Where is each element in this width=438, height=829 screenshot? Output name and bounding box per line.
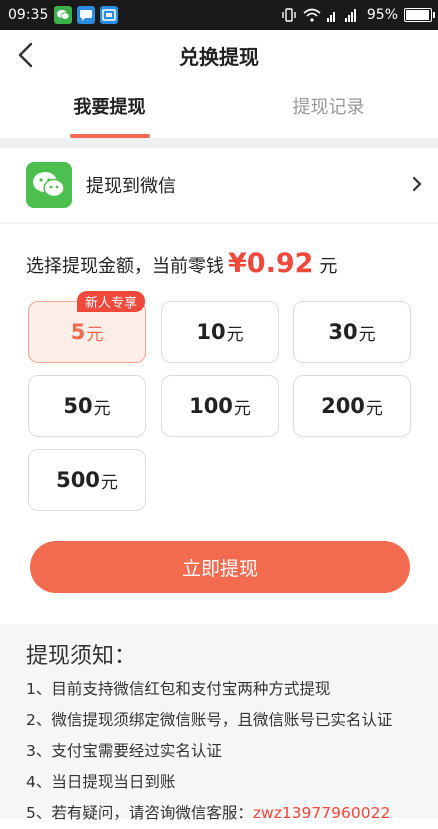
withdraw-notes: 提现须知： 1、目前支持微信红包和支付宝两种方式提现 2、微信提现须绑定微信账号… [0,624,438,822]
balance-line: 选择提现金额，当前零钱 ¥0.92 元 [26,248,337,279]
battery-icon [404,8,435,22]
notes-title: 提现须知： [26,644,137,669]
wechat-icon [26,162,72,208]
amount-option-10[interactable]: 10 元 [161,301,279,363]
amount-value: 5 [70,320,86,344]
notes-item-contact: 5、若有疑问，请咨询微信客服：zwz13977960022 [26,798,392,829]
wechat-notification-icon [54,6,73,24]
withdraw-now-button[interactable]: 立即提现 [30,541,410,593]
nav-bar: 兑换提现 [0,30,438,80]
amount-value: 10 [196,320,226,344]
amount-value: 50 [63,394,93,418]
status-bar: 09:35 95% [0,0,438,30]
amount-unit: 元 [226,324,244,345]
tab-withdraw[interactable]: 我要提现 [0,82,219,138]
chevron-right-icon [412,176,422,192]
status-indicators: 95% [281,7,435,23]
amount-option-5[interactable]: 新人专享 5元 [28,291,146,363]
section-divider [0,138,438,148]
row-divider [0,222,438,224]
amount-option-100[interactable]: 100 元 [161,375,279,437]
new-user-badge: 新人专享 [77,291,146,312]
amount-option-500[interactable]: 500 元 [28,449,146,511]
vibrate-icon [282,8,296,22]
amount-unit: 元 [365,398,383,419]
amount-option-30[interactable]: 30 元 [293,301,411,363]
wechat-label: 提现到微信 [86,176,176,197]
signal-icon [326,9,356,22]
customer-service-wechat-id[interactable]: zwz13977960022 [253,804,390,822]
notes-item: 1、目前支持微信红包和支付宝两种方式提现 [26,680,331,698]
amount-value: 30 [328,320,358,344]
battery-percent: 95% [366,7,398,23]
notes-list: 1、目前支持微信红包和支付宝两种方式提现 2、微信提现须绑定微信账号，且微信账号… [26,674,392,829]
amount-option-200[interactable]: 200 元 [293,375,411,437]
amount-unit: 元 [86,324,104,345]
amount-option-50[interactable]: 50 元 [28,375,146,437]
page-title: 兑换提现 [179,44,259,69]
battery-fill [406,10,429,20]
back-arrow-icon[interactable] [16,42,36,68]
notes-item: 2、微信提现须绑定微信账号，且微信账号已实名认证 [26,711,393,729]
contact-prefix: 5、若有疑问，请咨询微信客服： [26,804,253,822]
balance-value: 0.92 [246,248,314,279]
app-notification-icon [100,6,119,24]
wifi-icon [303,8,321,22]
withdraw-to-wechat-row[interactable]: 提现到微信 [0,150,438,220]
amount-unit: 元 [93,398,111,419]
amount-value: 100 [189,394,233,418]
amount-value: 200 [321,394,365,418]
message-notification-icon [77,6,96,24]
balance-prefix: 选择提现金额，当前零钱 [26,256,224,277]
amount-unit: 元 [358,324,376,345]
balance-unit: 元 [319,256,338,277]
amount-unit: 元 [233,398,251,419]
notes-item: 4、当日提现当日到账 [26,773,176,791]
notes-item: 3、支付宝需要经过实名认证 [26,742,222,760]
amount-unit: 元 [100,472,118,493]
currency-symbol: ¥ [228,248,247,279]
status-time: 09:35 [8,7,49,23]
tab-bar: 我要提现 提现记录 [0,82,438,139]
balance-amount: ¥0.92 [228,248,313,279]
amount-value: 500 [56,468,100,492]
tab-withdraw-records[interactable]: 提现记录 [219,82,438,138]
